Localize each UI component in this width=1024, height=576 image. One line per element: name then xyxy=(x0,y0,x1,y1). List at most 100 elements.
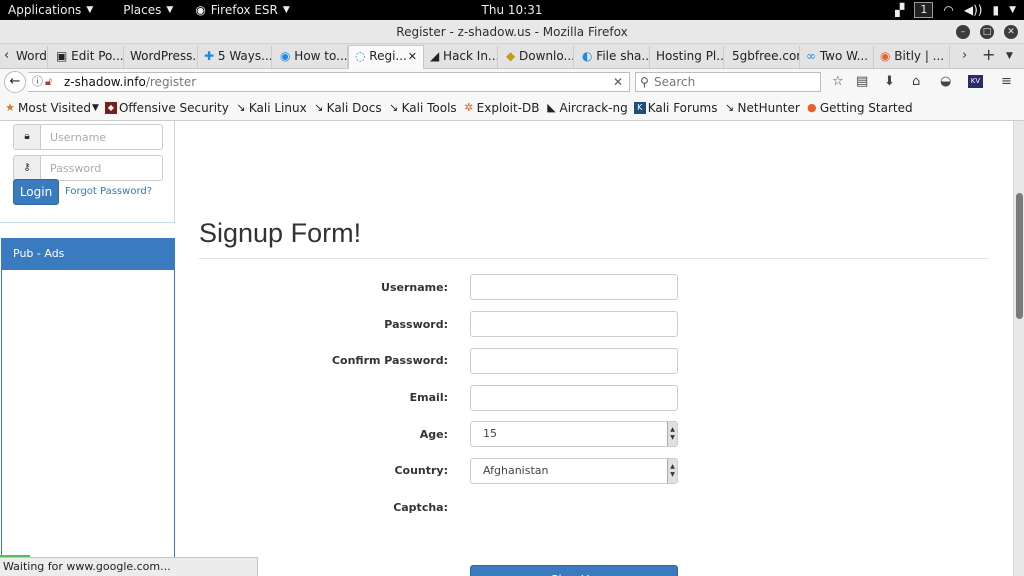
tab-scroll-left-icon[interactable]: ‹ xyxy=(4,48,9,63)
volume-icon: ◀)) xyxy=(963,3,983,17)
insecure-lock-icon[interactable]: 🔓︎ xyxy=(45,73,52,91)
kali-dragon-icon: ↘ xyxy=(314,100,324,114)
tab[interactable]: ▣ Edit Po... xyxy=(50,46,124,68)
confirm-password-input[interactable] xyxy=(470,348,678,374)
spinner-arrows-icon[interactable]: ▲ ▼ xyxy=(667,459,677,483)
back-arrow-icon[interactable]: ← xyxy=(4,71,26,93)
minimize-icon[interactable]: – xyxy=(956,25,970,39)
close-tab-icon[interactable]: ✕ xyxy=(408,46,417,67)
downloads-icon[interactable]: ⬇ xyxy=(884,74,895,89)
exploitdb-icon: ✲ xyxy=(464,100,474,114)
url-bar[interactable]: ⓘ 🔓︎ z-shadow.info/register ✕ xyxy=(28,72,630,92)
tab[interactable]: ◉ Bitly | ... xyxy=(874,46,950,68)
tab[interactable]: Hosting Pl... xyxy=(650,46,724,68)
bookmark-getting-started[interactable]: ● Getting Started xyxy=(806,101,913,115)
tab[interactable]: ◆ Downlo... xyxy=(500,46,574,68)
aircrack-icon: ◣ xyxy=(547,100,556,114)
share-icon: ◐ xyxy=(582,49,597,63)
stop-loading-icon[interactable]: ✕ xyxy=(613,73,623,91)
system-tray[interactable]: ▞ 1 ◠ ◀)) ▮ ▼ xyxy=(895,0,1016,20)
caret-down-icon: ▼ xyxy=(166,5,174,15)
sidebar-username-input[interactable] xyxy=(42,125,160,149)
hamburger-menu-icon[interactable]: ≡ xyxy=(1001,74,1012,89)
bookmark-kali-forums[interactable]: K Kali Forums xyxy=(633,101,718,115)
navigation-bar: ← ⓘ 🔓︎ z-shadow.info/register ✕ ⚲ Search… xyxy=(0,69,1024,95)
tab[interactable]: ◉ How to... xyxy=(274,46,348,68)
applications-menu[interactable]: Applications ▼ xyxy=(0,0,101,20)
bookmark-aircrack-ng[interactable]: ◣ Aircrack-ng xyxy=(546,100,627,115)
reading-list-icon[interactable]: ▤ xyxy=(856,74,868,89)
kali-dragon-icon: ↘ xyxy=(724,100,735,114)
username-input[interactable] xyxy=(470,274,678,300)
link-icon: ∞ xyxy=(806,49,820,63)
lock-icon: 🔒︎ xyxy=(14,125,41,149)
chevron-down-icon: ▼ xyxy=(92,102,99,113)
tab[interactable]: ◢ Hack In... xyxy=(424,46,498,68)
captcha-label: Captcha: xyxy=(393,501,448,514)
bookmark-nethunter[interactable]: ↘ NetHunter xyxy=(724,101,800,115)
bitly-icon: ◉ xyxy=(880,49,895,63)
password-label: Password: xyxy=(384,318,448,331)
profile-badge[interactable]: KV xyxy=(968,75,983,88)
maximize-icon[interactable]: □ xyxy=(980,25,994,39)
sidebar-password-input[interactable] xyxy=(42,156,160,180)
tab[interactable]: ✚ 5 Ways... xyxy=(198,46,272,68)
tab[interactable]: ∞ Two W... xyxy=(800,46,874,68)
email-input[interactable] xyxy=(470,385,678,411)
close-window-icon[interactable]: ✕ xyxy=(1004,25,1018,39)
bookmark-star-icon[interactable]: ☆ xyxy=(832,74,844,89)
ads-heading: Pub - Ads xyxy=(2,238,174,270)
firefox-app-menu[interactable]: ◉ Firefox ESR ▼ xyxy=(187,0,297,20)
tab[interactable]: WordPress... xyxy=(124,46,198,68)
age-select[interactable]: 15 ▲ ▼ xyxy=(470,421,678,447)
firefox-icon: ◉ xyxy=(195,3,206,17)
new-tab-icon[interactable]: + xyxy=(982,45,995,64)
password-input[interactable] xyxy=(470,311,678,337)
workspace-indicator[interactable]: 1 xyxy=(914,2,934,18)
kali-forum-icon: K xyxy=(633,101,646,114)
signup-button[interactable]: Sign Up xyxy=(470,565,678,576)
home-icon[interactable]: ⌂ xyxy=(912,74,920,89)
star-folder-icon: ★ xyxy=(5,100,15,114)
tab[interactable]: Words xyxy=(10,46,48,68)
country-select[interactable]: Afghanistan ▲ ▼ xyxy=(470,458,678,484)
page-scrollbar[interactable] xyxy=(1013,121,1024,576)
bulb-icon: ◉ xyxy=(280,49,295,63)
bookmark-offensive-security[interactable]: ◆ Offensive Security xyxy=(104,101,229,115)
scrollbar-thumb[interactable] xyxy=(1016,193,1023,319)
battery-icon: ▮ xyxy=(992,3,1000,17)
search-box[interactable]: ⚲ Search xyxy=(635,72,821,92)
tab-active[interactable]: ◌ Regi... ✕ xyxy=(348,45,424,69)
login-panel: 🔒︎ ⚷ Login Forgot Password? xyxy=(0,121,175,223)
bookmark-kali-linux[interactable]: ↘ Kali Linux xyxy=(235,101,306,115)
places-menu[interactable]: Places ▼ xyxy=(115,0,181,20)
forgot-password-link[interactable]: Forgot Password? xyxy=(65,186,152,197)
window-titlebar[interactable]: Register - z-shadow.us - Mozilla Firefox… xyxy=(0,20,1024,44)
confirm-password-label: Confirm Password: xyxy=(331,354,448,367)
tab-scroll-right-icon[interactable]: › xyxy=(962,48,967,63)
caret-down-icon: ▼ xyxy=(86,5,94,15)
spinner-arrows-icon[interactable]: ▲ ▼ xyxy=(667,422,677,446)
bookmark-kali-tools[interactable]: ↘ Kali Tools xyxy=(388,101,457,115)
bookmark-most-visited[interactable]: ★ Most Visited ▼ xyxy=(4,101,99,115)
url-path: /register xyxy=(145,75,197,89)
login-button[interactable]: Login xyxy=(13,179,59,205)
url-host: z-shadow.info xyxy=(64,75,146,89)
tab[interactable]: 5gbfree.com xyxy=(726,46,800,68)
offsec-icon: ◆ xyxy=(104,101,117,114)
bookmark-kali-docs[interactable]: ↘ Kali Docs xyxy=(313,101,382,115)
screencast-icon[interactable]: ▞ xyxy=(895,3,904,17)
bookmark-exploit-db[interactable]: ✲ Exploit-DB xyxy=(463,100,539,115)
pocket-icon[interactable]: ◒ xyxy=(940,74,951,89)
tab-list-icon[interactable]: ▼ xyxy=(1006,51,1013,61)
country-value: Afghanistan xyxy=(483,464,549,477)
tab[interactable]: ◐ File sha... xyxy=(576,46,650,68)
info-icon[interactable]: ⓘ xyxy=(32,73,43,91)
plus-icon: ✚ xyxy=(204,49,218,63)
status-bar: Waiting for www.google.com... xyxy=(0,557,258,576)
page-title: Signup Form! xyxy=(199,218,362,248)
username-group: 🔒︎ xyxy=(13,124,163,150)
edit-icon: ▣ xyxy=(56,49,72,63)
tab-strip: ‹ Words ▣ Edit Po... WordPress... ✚ 5 Wa… xyxy=(0,44,1024,69)
caret-down-icon: ▼ xyxy=(282,5,290,15)
